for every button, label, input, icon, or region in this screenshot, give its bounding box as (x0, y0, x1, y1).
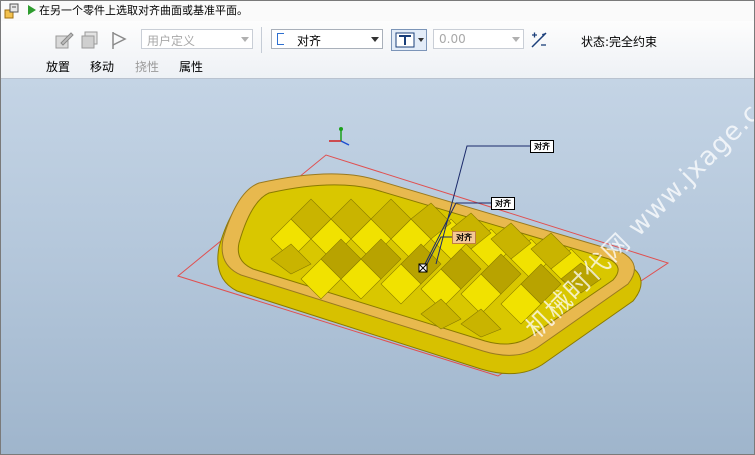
constraint-type-select[interactable]: 对齐 (271, 29, 383, 49)
chevron-down-icon (418, 38, 424, 42)
coordinate-triad (329, 127, 350, 146)
offset-value: 0.00 (439, 32, 466, 46)
constraint-type-value: 对齐 (297, 34, 322, 48)
message-bar: 在另一个零件上选取对齐曲面或基准平面。 (1, 1, 754, 21)
tab-properties[interactable]: 属性 (179, 58, 203, 75)
chevron-down-icon (512, 37, 520, 42)
message-text: 在另一个零件上选取对齐曲面或基准平面。 (39, 4, 248, 17)
tab-flexibility[interactable]: 挠性 (135, 58, 159, 75)
flip-offset-button[interactable] (528, 29, 550, 51)
tab-placement[interactable]: 放置 (46, 58, 70, 75)
constraint-mode-icon (395, 32, 415, 51)
assembly-message-icon (4, 3, 20, 19)
green-arrow-icon (28, 5, 36, 15)
status-text: 状态:完全约束 (581, 35, 658, 49)
offset-value-field[interactable]: 0.00 (433, 29, 524, 49)
copy-component-icon (79, 29, 101, 51)
edit-component-icon (53, 29, 75, 51)
offset-type-select[interactable]: 用户定义 (141, 29, 253, 49)
chevron-down-icon (371, 37, 379, 42)
constraint-mode-button[interactable] (391, 29, 427, 51)
flag-button[interactable] (107, 29, 129, 51)
copy-component-button[interactable] (79, 29, 101, 51)
constraint-tag-1[interactable]: 对齐 (530, 140, 554, 153)
flip-offset-icon (528, 29, 550, 51)
component-placement-dashboard: 用户定义 对齐 0.00 状态:完全约束 放置 移动 挠性 属性 (1, 21, 754, 79)
graphics-viewport[interactable]: 对齐 对齐 对齐 机械时代网 www.jxage.com (1, 67, 754, 454)
constraint-tag-2[interactable]: 对齐 (491, 197, 515, 210)
constraint-bracket-icon (277, 33, 284, 45)
chevron-down-icon (241, 37, 249, 42)
tab-move[interactable]: 移动 (90, 58, 114, 75)
flag-icon (107, 29, 129, 51)
constraint-tag-3[interactable]: 对齐 (452, 231, 476, 244)
edit-component-button[interactable] (53, 29, 75, 51)
offset-type-value: 用户定义 (147, 34, 196, 48)
separator (261, 27, 262, 53)
application-frame: 在另一个零件上选取对齐曲面或基准平面。 用户定义 对齐 0.00 状态:完全约束… (0, 0, 755, 455)
